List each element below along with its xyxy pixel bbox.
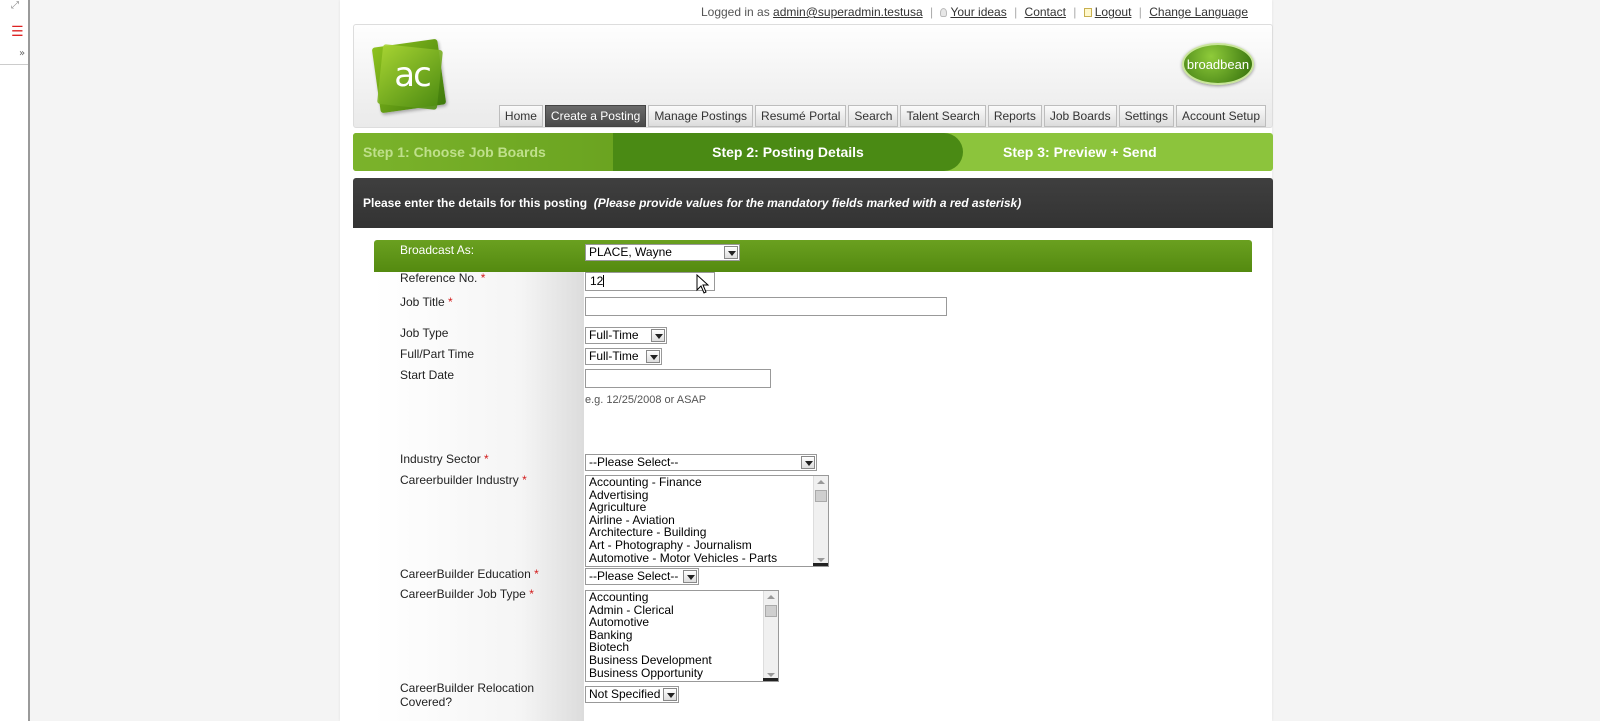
job-type-select[interactable]: Full-Time: [585, 327, 667, 344]
list-item[interactable]: Automotive: [586, 616, 778, 629]
scroll-thumb[interactable]: [815, 490, 827, 502]
step-progress: Step 1: Choose Job Boards Step 2: Postin…: [353, 133, 1273, 171]
broadbean-logo: broadbean: [1182, 43, 1254, 85]
nav-tab-job-boards[interactable]: Job Boards: [1043, 105, 1117, 127]
broadcast-as-label: Broadcast As:: [400, 243, 475, 257]
step-2: Step 2: Posting Details: [613, 133, 963, 171]
nav-tab-resume-portal[interactable]: Resumé Portal: [755, 105, 847, 127]
header: ac broadbean Home Create a Posting Manag…: [353, 24, 1273, 128]
main-nav: Home Create a Posting Manage Postings Re…: [498, 105, 1266, 127]
industry-sector-select[interactable]: --Please Select--: [585, 454, 817, 471]
scroll-thumb[interactable]: [765, 605, 777, 617]
instructions-text: Please enter the details for this postin…: [363, 196, 588, 210]
expand-icon[interactable]: »: [19, 48, 25, 59]
step-1[interactable]: Step 1: Choose Job Boards: [353, 133, 623, 171]
nav-tab-talent-search[interactable]: Talent Search: [900, 105, 986, 127]
lightbulb-icon: [940, 8, 948, 17]
instructions-bar: Please enter the details for this postin…: [353, 178, 1273, 228]
job-title-input[interactable]: [585, 297, 947, 316]
chevron-down-icon: [724, 246, 738, 259]
list-item[interactable]: Accounting - Finance: [586, 476, 828, 489]
page-container: Logged in as admin@superadmin.testusa | …: [340, 0, 1273, 721]
nav-tab-home[interactable]: Home: [498, 105, 543, 127]
job-type-label: Job Type: [400, 326, 449, 340]
browser-side-strip: ⤢ ☰ »: [0, 0, 30, 721]
start-date-input[interactable]: [585, 369, 771, 388]
job-title-label: Job Title *: [400, 295, 453, 309]
cb-education-select[interactable]: --Please Select--: [585, 568, 699, 585]
list-item[interactable]: Accounting: [586, 591, 778, 604]
list-item[interactable]: Business Opportunity: [586, 666, 778, 680]
menu-icon[interactable]: ☰: [11, 24, 24, 40]
scroll-up-icon: [767, 595, 775, 599]
resize-icon[interactable]: ⤢: [11, 0, 19, 11]
nav-tab-create-posting[interactable]: Create a Posting: [544, 105, 647, 127]
broadcast-as-select[interactable]: PLACE, Wayne: [585, 244, 740, 261]
contact-link[interactable]: Contact: [1025, 5, 1066, 19]
logout-link[interactable]: Logout: [1095, 5, 1132, 19]
start-date-label: Start Date: [400, 368, 455, 382]
ac-logo[interactable]: ac: [370, 37, 448, 115]
cb-industry-listbox[interactable]: Accounting - Finance Advertising Agricul…: [585, 475, 829, 567]
cb-industry-label: Careerbuilder Industry *: [400, 473, 527, 487]
list-item[interactable]: Business Development: [586, 654, 778, 667]
cb-relocation-label: CareerBuilder Relocation Covered?: [400, 681, 535, 709]
logo-text: ac: [394, 55, 432, 95]
full-part-time-label: Full/Part Time: [400, 347, 475, 361]
chevron-down-icon: [801, 456, 815, 469]
scroll-down-icon: [767, 673, 775, 677]
cb-relocation-select[interactable]: Not Specified: [585, 686, 679, 703]
posting-form: Broadcast As: PLACE, Wayne Reference No.…: [374, 240, 1252, 721]
instructions-note: (Please provide values for the mandatory…: [593, 196, 1022, 210]
scroll-up-icon: [817, 480, 825, 484]
list-item[interactable]: Automotive - Motor Vehicles - Parts: [586, 551, 828, 565]
broadcast-bar: [374, 240, 1252, 272]
listbox-scrollbar[interactable]: [763, 591, 778, 681]
nav-tab-reports[interactable]: Reports: [987, 105, 1042, 127]
list-item[interactable]: Art - Photography - Journalism: [586, 539, 828, 552]
divider: [0, 64, 28, 65]
nav-tab-settings[interactable]: Settings: [1118, 105, 1174, 127]
reference-no-label: Reference No. *: [400, 271, 486, 285]
nav-tab-search[interactable]: Search: [848, 105, 899, 127]
full-part-time-select[interactable]: Full-Time: [585, 348, 662, 365]
logout-icon: [1083, 8, 1092, 17]
listbox-scrollbar[interactable]: [813, 476, 828, 566]
chevron-down-icon: [663, 688, 677, 701]
chevron-down-icon: [651, 329, 665, 342]
cb-job-type-listbox[interactable]: Accounting Admin - Clerical Automotive B…: [585, 590, 779, 682]
nav-tab-manage-postings[interactable]: Manage Postings: [648, 105, 754, 127]
start-date-hint: e.g. 12/25/2008 or ASAP: [585, 394, 707, 406]
chevron-down-icon: [683, 570, 697, 583]
list-item[interactable]: Agriculture: [586, 501, 828, 514]
chevron-down-icon: [646, 350, 660, 363]
your-ideas-link[interactable]: Your ideas: [950, 5, 1006, 19]
cb-education-label: CareerBuilder Education *: [400, 567, 539, 581]
industry-sector-label: Industry Sector *: [400, 452, 489, 466]
scroll-down-icon: [817, 558, 825, 562]
logged-in-label: Logged in as: [700, 5, 770, 19]
nav-tab-account-setup[interactable]: Account Setup: [1175, 105, 1266, 127]
user-link[interactable]: admin@superadmin.testusa: [773, 5, 923, 19]
change-language-link[interactable]: Change Language: [1149, 5, 1248, 19]
top-links: Logged in as admin@superadmin.testusa | …: [700, 5, 1248, 19]
cb-job-type-label: CareerBuilder Job Type *: [400, 587, 534, 601]
step-3: Step 3: Preview + Send: [1003, 144, 1157, 160]
